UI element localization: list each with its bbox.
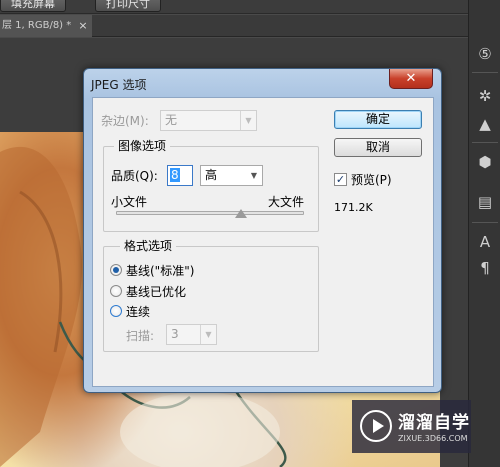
panel-divider xyxy=(472,72,498,73)
matte-value: 无 xyxy=(165,113,178,127)
3d-cube-icon[interactable]: ⬢ xyxy=(473,150,497,174)
image-options-group: 图像选项 品质(Q): 8 高 ▼ 小文件 大文件 xyxy=(103,139,319,232)
scans-value: 3 xyxy=(171,327,179,341)
file-size-text: 171.2K xyxy=(334,201,373,214)
image-options-legend: 图像选项 xyxy=(114,139,171,153)
print-size-button[interactable]: 打印尺寸 xyxy=(95,0,161,12)
watermark-title: 溜溜自学 xyxy=(398,413,470,433)
large-file-label: 大文件 xyxy=(268,195,305,209)
scans-label: 扫描: xyxy=(126,329,155,343)
document-tab[interactable]: 层 1, RGB/8) * × xyxy=(0,15,92,37)
chevron-down-icon: ▼ xyxy=(240,111,256,130)
matte-label: 杂边(M): xyxy=(101,114,149,128)
preview-checkbox[interactable]: ✓ xyxy=(334,173,347,186)
preview-label: 预览(P) xyxy=(351,173,392,187)
progressive-radio[interactable] xyxy=(110,305,122,317)
dialog-body: 杂边(M): 无 ▼ 图像选项 品质(Q): 8 高 ▼ 小文件 大文件 格式选… xyxy=(92,97,434,387)
baseline-standard-label: 基线("标准") xyxy=(126,264,195,278)
matte-select[interactable]: 无 ▼ xyxy=(160,110,257,131)
baseline-optimized-radio[interactable] xyxy=(110,285,122,297)
format-options-group: 格式选项 基线("标准") 基线已优化 连续 扫描: 3 ▼ xyxy=(103,239,319,352)
character-icon[interactable]: A xyxy=(473,230,497,254)
document-tab-label: 层 1, RGB/8) * xyxy=(2,20,72,31)
quality-value: 8 xyxy=(170,168,180,182)
cancel-button[interactable]: 取消 xyxy=(334,138,422,157)
quality-input[interactable]: 8 xyxy=(167,165,193,186)
paragraph-icon[interactable]: ¶ xyxy=(473,256,497,280)
right-panel-dock: ⑤ ✲ ▲ ⬢ ▤ A ¶ xyxy=(468,0,500,467)
quality-level-value: 高 xyxy=(205,168,218,182)
progressive-label: 连续 xyxy=(126,305,151,319)
ok-button[interactable]: 确定 xyxy=(334,110,422,129)
panel-divider xyxy=(472,142,498,143)
format-options-legend: 格式选项 xyxy=(120,239,177,253)
jpeg-options-dialog: JPEG 选项 ✕ 杂边(M): 无 ▼ 图像选项 品质(Q): 8 高 ▼ 小… xyxy=(83,68,442,393)
history-icon[interactable]: ⑤ xyxy=(473,42,497,66)
play-logo-icon xyxy=(360,410,392,442)
baseline-optimized-label: 基线已优化 xyxy=(126,285,187,299)
scans-select[interactable]: 3 ▼ xyxy=(166,324,217,345)
levels-icon[interactable]: ▲ xyxy=(473,112,497,136)
small-file-label: 小文件 xyxy=(111,195,148,209)
close-tab-icon[interactable]: × xyxy=(76,15,90,37)
brush-settings-icon[interactable]: ✲ xyxy=(473,84,497,108)
quality-level-select[interactable]: 高 ▼ xyxy=(200,165,263,186)
options-bar: 填充屏幕 打印尺寸 xyxy=(0,0,500,14)
quality-slider-thumb[interactable] xyxy=(235,209,248,218)
checkmark-icon: ✓ xyxy=(335,173,346,186)
watermark-subtitle: ZIXUE.3D66.COM xyxy=(398,434,468,443)
dialog-title: JPEG 选项 xyxy=(91,78,147,92)
close-button[interactable]: ✕ xyxy=(389,69,433,89)
layer-style-icon[interactable]: ▤ xyxy=(473,190,497,214)
watermark: 溜溜自学 ZIXUE.3D66.COM xyxy=(352,400,471,453)
baseline-standard-radio[interactable] xyxy=(110,264,122,276)
chevron-down-icon: ▼ xyxy=(200,325,216,344)
document-tab-bar: 层 1, RGB/8) * × xyxy=(0,15,468,37)
quality-slider-track[interactable] xyxy=(116,211,304,215)
chevron-down-icon: ▼ xyxy=(250,171,258,180)
fill-screen-button[interactable]: 填充屏幕 xyxy=(0,0,66,12)
quality-label: 品质(Q): xyxy=(111,169,158,183)
panel-divider xyxy=(472,222,498,223)
